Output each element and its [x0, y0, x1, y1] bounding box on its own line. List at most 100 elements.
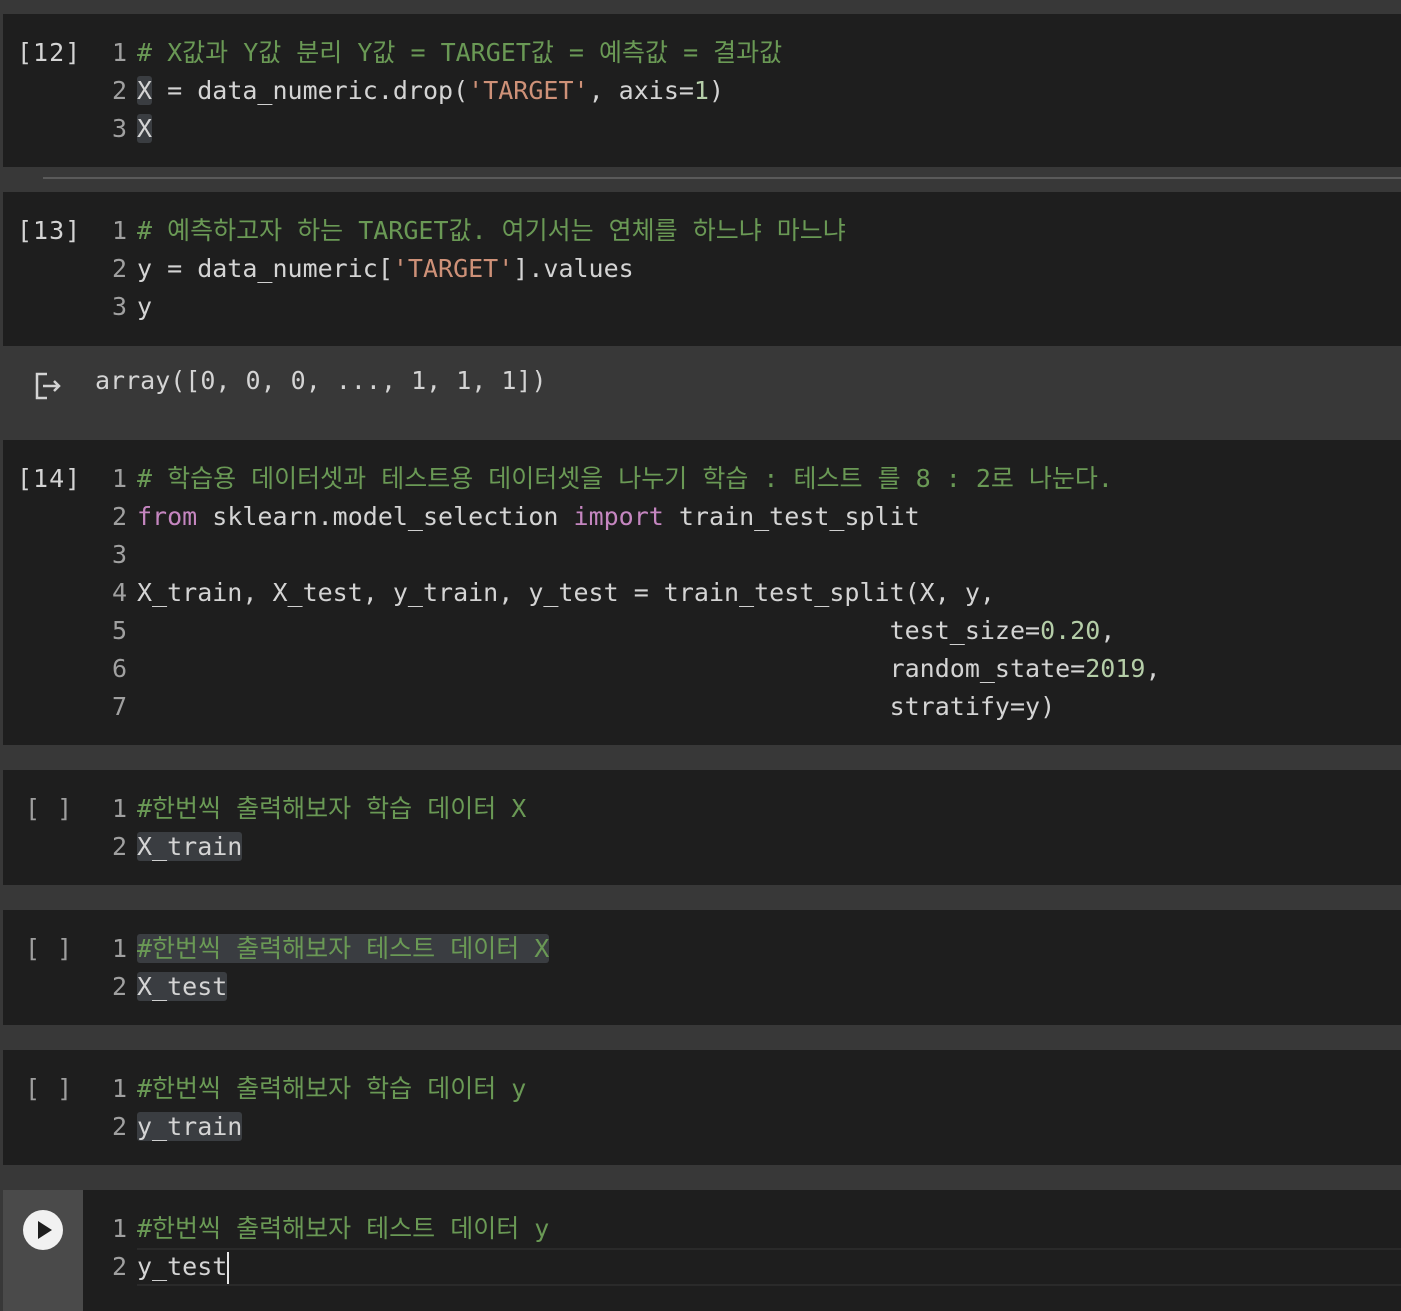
code-token: 1 — [693, 76, 709, 105]
line-number: 2 — [111, 832, 127, 861]
code-line[interactable]: 7 stratify=y) — [3, 688, 1401, 726]
line-number: 5 — [111, 616, 127, 645]
code-text: X_test — [137, 968, 228, 1006]
code-line[interactable]: 1 #한번씩 출력해보자 학습 데이터 X — [3, 790, 1401, 828]
code-token: y = data_numeric[ — [137, 254, 393, 283]
code-token: #한번씩 출력해보자 테스트 데이터 y — [137, 1214, 550, 1243]
code-line[interactable]: 2 X_test — [3, 968, 1401, 1006]
code-text: #한번씩 출력해보자 학습 데이터 X — [137, 790, 526, 828]
code-text: y_test — [137, 1248, 230, 1286]
code-text: random_state=2019, — [137, 650, 1161, 688]
code-cell-x-test[interactable]: [ ] 1 #한번씩 출력해보자 테스트 데이터 X 2 X_test — [3, 910, 1401, 1025]
code-token: random_state= — [137, 654, 1086, 683]
code-line[interactable]: 3 — [3, 536, 1401, 574]
code-line[interactable]: 5 test_size=0.20, — [3, 612, 1401, 650]
code-line[interactable]: 2 X = data_numeric.drop('TARGET', axis=1) — [3, 72, 1401, 110]
line-number: 3 — [111, 540, 127, 569]
code-cell-12[interactable]: [12] 1 # X값과 Y값 분리 Y값 = TARGET값 = 예측값 = 결… — [3, 14, 1401, 167]
code-token: X_test — [137, 972, 228, 1001]
code-cell-y-train[interactable]: [ ] 1 #한번씩 출력해보자 학습 데이터 y 2 y_train — [3, 1050, 1401, 1165]
code-token: X — [137, 114, 153, 143]
code-cell-y-test-active[interactable]: 1 #한번씩 출력해보자 테스트 데이터 y 2 y_test — [3, 1190, 1401, 1311]
cell-output: array([0, 0, 0, ..., 1, 1, 1]) — [3, 346, 1401, 438]
code-text: from sklearn.model_selection import trai… — [137, 498, 920, 536]
line-number: 6 — [111, 654, 127, 683]
code-editor[interactable]: 1 #한번씩 출력해보자 테스트 데이터 X 2 X_test — [3, 930, 1401, 1006]
code-text: #한번씩 출력해보자 테스트 데이터 y — [137, 1210, 549, 1248]
code-line[interactable]: 1 # 학습용 데이터셋과 테스트용 데이터셋을 나누기 학습 : 테스트 를 8… — [3, 460, 1401, 498]
code-editor[interactable]: 1 # 학습용 데이터셋과 테스트용 데이터셋을 나누기 학습 : 테스트 를 8… — [3, 460, 1401, 726]
line-number: 2 — [111, 1252, 127, 1281]
text-cursor — [227, 1252, 230, 1284]
code-token: y_train — [137, 1112, 243, 1141]
code-cell-13[interactable]: [13] 1 # 예측하고자 하는 TARGET값. 여기서는 연체를 하느냐 마… — [3, 192, 1401, 346]
code-line[interactable]: 2 from sklearn.model_selection import tra… — [3, 498, 1401, 536]
code-token: , axis= — [588, 76, 694, 105]
code-text: y — [137, 288, 152, 326]
code-line[interactable]: 2 y_train — [3, 1108, 1401, 1146]
code-token: , — [1100, 616, 1116, 645]
line-number: 1 — [111, 934, 127, 963]
code-token: y_test — [137, 1252, 228, 1281]
code-editor[interactable]: 1 #한번씩 출력해보자 학습 데이터 X 2 X_train — [3, 790, 1401, 866]
output-icon — [35, 372, 61, 400]
cell-divider — [43, 177, 1401, 179]
code-token: , — [1145, 654, 1161, 683]
code-token: test_size= — [137, 616, 1041, 645]
code-line[interactable]: 1 #한번씩 출력해보자 테스트 데이터 y — [3, 1210, 1401, 1248]
code-line[interactable]: 2 y = data_numeric['TARGET'].values — [3, 250, 1401, 288]
line-number: 1 — [111, 1214, 127, 1243]
code-text: X_train — [137, 828, 243, 866]
line-number: 2 — [111, 972, 127, 1001]
code-token: # 학습용 데이터셋과 테스트용 데이터셋을 나누기 학습 : 테스트 를 8 … — [137, 464, 1113, 493]
code-line[interactable]: 1 # X값과 Y값 분리 Y값 = TARGET값 = 예측값 = 결과값 — [3, 34, 1401, 72]
code-line[interactable]: 3y — [3, 288, 1401, 326]
line-number: 1 — [111, 216, 127, 245]
code-text: #한번씩 출력해보자 학습 데이터 y — [137, 1070, 526, 1108]
code-token: X_train — [137, 832, 243, 861]
code-token: # 예측하고자 하는 TARGET값. 여기서는 연체를 하느냐 마느냐 — [137, 216, 846, 245]
code-token: 'TARGET' — [468, 76, 589, 105]
line-number: 1 — [111, 38, 127, 67]
code-cell-x-train[interactable]: [ ] 1 #한번씩 출력해보자 학습 데이터 X 2 X_train — [3, 770, 1401, 885]
code-token: stratify=y) — [137, 692, 1056, 721]
line-number: 2 — [111, 76, 127, 105]
code-line[interactable]: 1 #한번씩 출력해보자 학습 데이터 y — [3, 1070, 1401, 1108]
code-editor[interactable]: 1 # X값과 Y값 분리 Y값 = TARGET값 = 예측값 = 결과값 2 X … — [3, 34, 1401, 148]
line-number: 3 — [111, 292, 127, 321]
line-number: 3 — [111, 114, 127, 143]
code-token: X_train, X_test, y_train, y_test = train… — [137, 578, 995, 607]
code-line[interactable]: 2 X_train — [3, 828, 1401, 866]
code-text: X = data_numeric.drop('TARGET', axis=1) — [137, 72, 724, 110]
code-text: # 학습용 데이터셋과 테스트용 데이터셋을 나누기 학습 : 테스트 를 8 … — [137, 460, 1113, 498]
code-token: X — [137, 76, 153, 105]
line-number: 2 — [111, 1112, 127, 1141]
code-text: X_train, X_test, y_train, y_test = train… — [137, 574, 995, 612]
code-token: 2019 — [1085, 654, 1146, 683]
code-editor[interactable]: 1 #한번씩 출력해보자 학습 데이터 y 2 y_train — [3, 1070, 1401, 1146]
code-line[interactable]: 4 X_train, X_test, y_train, y_test = trai… — [3, 574, 1401, 612]
code-token: 0.20 — [1040, 616, 1101, 645]
code-line[interactable]: 1 #한번씩 출력해보자 테스트 데이터 X — [3, 930, 1401, 968]
code-line[interactable]: 6 random_state=2019, — [3, 650, 1401, 688]
line-number: 2 — [111, 502, 127, 531]
line-number: 7 — [111, 692, 127, 721]
code-text: X — [137, 110, 153, 148]
code-editor[interactable]: 1 # 예측하고자 하는 TARGET값. 여기서는 연체를 하느냐 마느냐 2 y … — [3, 212, 1401, 326]
line-number: 1 — [111, 1074, 127, 1103]
code-text: test_size=0.20, — [137, 612, 1116, 650]
code-editor[interactable]: 1 #한번씩 출력해보자 테스트 데이터 y 2 y_test — [3, 1210, 1401, 1286]
code-text: # X값과 Y값 분리 Y값 = TARGET값 = 예측값 = 결과값 — [137, 34, 782, 72]
code-token: sklearn.model_selection — [197, 502, 574, 531]
code-line[interactable]: 3X — [3, 110, 1401, 148]
code-line[interactable]: 1 # 예측하고자 하는 TARGET값. 여기서는 연체를 하느냐 마느냐 — [3, 212, 1401, 250]
code-token: train_test_split — [663, 502, 920, 531]
code-token: import — [573, 502, 664, 531]
code-line[interactable]: 2 y_test — [3, 1248, 1401, 1286]
code-token: ) — [708, 76, 725, 105]
line-number: 4 — [111, 578, 127, 607]
code-cell-14[interactable]: [14] 1 # 학습용 데이터셋과 테스트용 데이터셋을 나누기 학습 : 테스… — [3, 440, 1401, 745]
code-token: from — [137, 502, 198, 531]
code-text: #한번씩 출력해보자 테스트 데이터 X — [137, 930, 550, 968]
code-token: #한번씩 출력해보자 학습 데이터 X — [137, 794, 527, 823]
